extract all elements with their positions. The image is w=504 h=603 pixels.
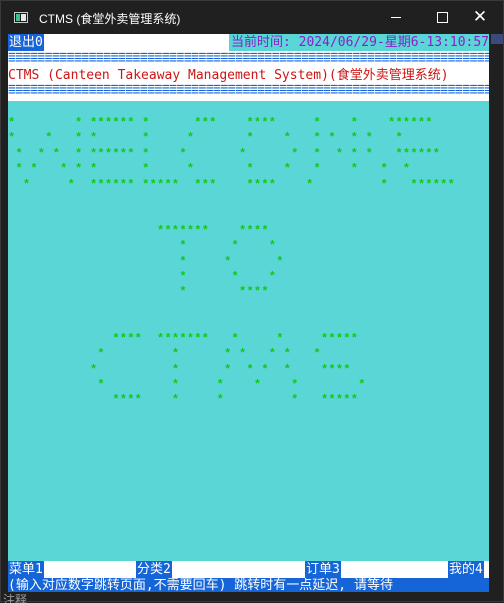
console-output[interactable]: 退出0 当前时间: 2024/06/29-星期6-13:10:57 ======… <box>8 34 489 592</box>
minimize-button[interactable] <box>373 1 419 34</box>
instruction-hint: (输入对应数字跳转页面,不需要回车) 跳转时有一点延迟, 请等待 <box>8 578 489 592</box>
background-window-edge <box>491 34 503 44</box>
window-title: CTMS (食堂外卖管理系统) <box>39 12 181 26</box>
console-app-icon <box>14 12 28 23</box>
minimize-icon <box>391 17 401 18</box>
maximize-icon <box>436 12 448 23</box>
menu-bar: 菜单1 分类2 订单3 我的4 <box>8 561 489 578</box>
ascii-art-banner: * * ****** * *** **** * * ****** * * * *… <box>8 116 456 408</box>
separator-bottom-2: ========================================… <box>8 90 489 97</box>
separator-top-2: ========================================… <box>8 58 489 65</box>
my-option-4[interactable]: 我的4 <box>448 561 484 578</box>
scrollbar-track[interactable] <box>489 34 503 592</box>
close-button[interactable]: ✕ <box>457 1 503 34</box>
exit-option[interactable]: 退出0 <box>8 34 44 51</box>
close-icon: ✕ <box>472 7 488 27</box>
console-window: CTMS (食堂外卖管理系统) ✕ 退出0 当前时间: 2024/06/29-星… <box>0 0 504 603</box>
order-option-3[interactable]: 订单3 <box>305 561 341 578</box>
category-option-2[interactable]: 分类2 <box>136 561 172 578</box>
status-bar: 退出0 当前时间: 2024/06/29-星期6-13:10:57 <box>8 34 489 51</box>
current-time: 当前时间: 2024/06/29-星期6-13:10:57 <box>228 34 489 51</box>
title-bar[interactable]: CTMS (食堂外卖管理系统) ✕ <box>1 1 503 34</box>
menu-option-1[interactable]: 菜单1 <box>8 561 44 578</box>
